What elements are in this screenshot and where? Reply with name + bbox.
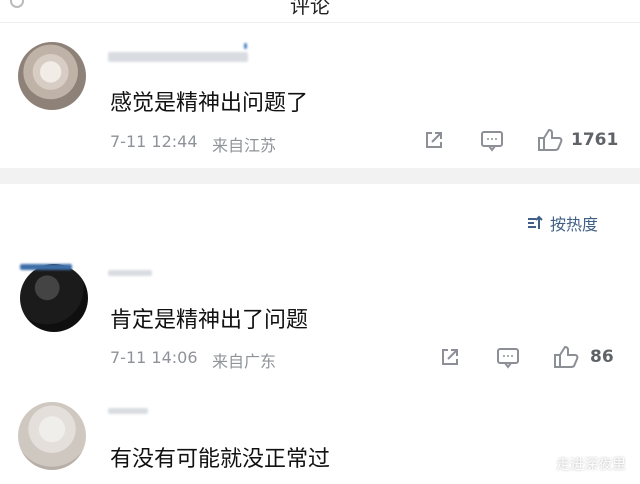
username-redacted [108,270,152,276]
like-count: 1761 [571,130,619,150]
avatar[interactable] [20,264,88,332]
avatar[interactable] [18,42,86,110]
share-icon[interactable] [437,345,463,369]
comment-location: 来自广东 [212,352,277,371]
comment-text: 感觉是精神出问题了 [110,91,309,116]
avatar-decoration [20,264,72,270]
comment-time: 7-11 14:06 [110,348,198,367]
like-icon[interactable] [552,344,582,370]
section-divider [0,168,640,184]
share-icon[interactable] [421,128,447,152]
comment-icon[interactable] [479,128,505,152]
username-redacted [108,52,248,62]
avatar[interactable] [18,402,86,470]
watermark-text: 走进深夜里 [556,457,626,473]
comment-text: 肯定是精神出了问题 [110,308,309,333]
sort-button[interactable]: 按热度 [526,211,598,235]
comment-icon[interactable] [495,345,521,369]
comment-location: 来自江苏 [212,136,277,155]
paw-icon [533,458,546,469]
comment-time: 7-11 12:44 [110,132,198,151]
like-count: 86 [590,347,614,367]
sort-label: 按热度 [550,215,599,234]
sort-icon [528,215,543,229]
comment-text: 有没有可能就没正常过 [110,447,331,472]
user-badge [244,43,247,49]
watermark: 走进深夜里 [532,454,626,474]
like-icon[interactable] [536,127,566,153]
username-redacted [108,408,148,414]
page-title: 评论 [290,0,330,18]
